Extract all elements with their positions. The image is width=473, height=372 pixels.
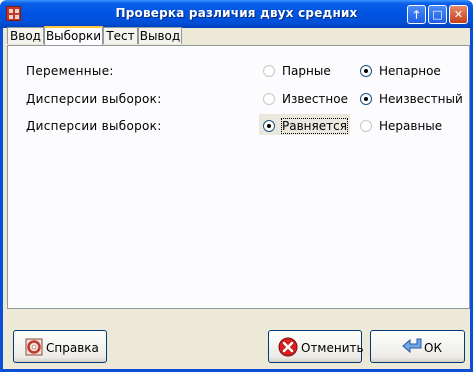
return-arrow-icon — [402, 338, 422, 354]
tab-test[interactable]: Тест — [103, 27, 138, 44]
radio-unequal-label[interactable]: Неравные — [379, 119, 442, 133]
radio-unknown-label[interactable]: Неизвестный — [379, 92, 463, 106]
maximize-button[interactable]: □ — [428, 5, 447, 24]
radio-unknown[interactable] — [360, 93, 372, 105]
minimize-button[interactable]: 🡑 — [407, 5, 426, 24]
row-label-variables: Переменные: — [26, 64, 114, 78]
title-bar[interactable]: Проверка различия двух средних 🡑 □ ✕ — [0, 0, 473, 28]
tab-label: Выборки — [45, 29, 102, 43]
tab-output[interactable]: Вывод — [138, 27, 182, 44]
ok-button[interactable]: ОК — [370, 330, 465, 363]
radio-unequal[interactable] — [360, 120, 372, 132]
minimize-icon: 🡑 — [413, 8, 420, 21]
ok-button-label: ОК — [424, 341, 442, 355]
close-button[interactable]: ✕ — [449, 5, 468, 24]
radio-equal[interactable] — [263, 120, 275, 132]
radio-unpaired-label[interactable]: Непарное — [379, 64, 441, 78]
tab-input[interactable]: Ввод — [7, 27, 44, 44]
radio-unpaired[interactable] — [360, 65, 372, 77]
radio-paired[interactable] — [263, 65, 275, 77]
tab-label: Ввод — [10, 29, 41, 43]
tab-label: Тест — [106, 29, 135, 43]
maximize-icon: □ — [432, 8, 443, 21]
help-button-label: Справка — [46, 341, 99, 355]
window-title: Проверка различия двух средних — [115, 6, 358, 20]
close-icon: ✕ — [453, 8, 464, 21]
radio-known-label[interactable]: Известное — [282, 92, 348, 106]
cancel-button[interactable]: Отменить — [268, 330, 364, 363]
lifebuoy-icon — [25, 338, 43, 356]
cancel-button-label: Отменить — [301, 341, 364, 355]
tab-samples[interactable]: Выборки — [44, 26, 103, 45]
row-label-variance-equality: Дисперсии выборок: — [26, 119, 162, 133]
radio-equal-label[interactable]: Равняется — [281, 118, 348, 134]
tab-label: Вывод — [139, 29, 181, 43]
help-button[interactable]: Справка — [13, 330, 107, 363]
radio-paired-label[interactable]: Парные — [282, 64, 331, 78]
dialog-window: Проверка различия двух средних 🡑 □ ✕ Вво… — [0, 0, 473, 372]
tab-panel: Переменные: Парные Непарное Дисперсии вы… — [7, 45, 470, 309]
cancel-x-icon — [278, 337, 298, 357]
row-label-variance-known: Дисперсии выборок: — [26, 92, 162, 106]
radio-known[interactable] — [263, 93, 275, 105]
